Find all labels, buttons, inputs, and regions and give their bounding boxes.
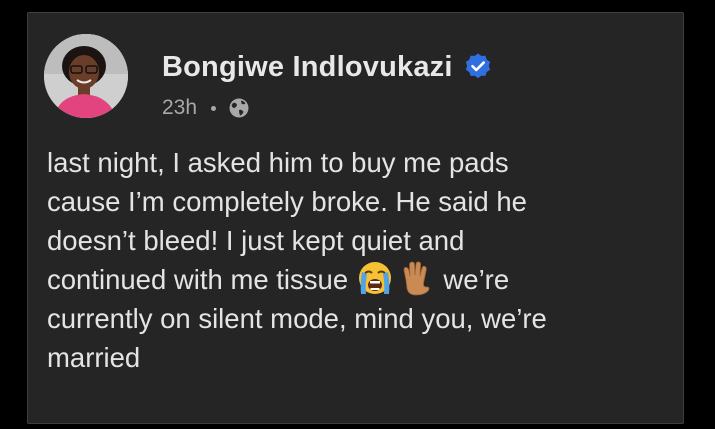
author-name[interactable]: Bongiwe Indlovukazi	[162, 51, 453, 84]
post-timestamp[interactable]: 23h	[162, 96, 197, 120]
post-card: Bongiwe Indlovukazi 23h last night, I as…	[27, 12, 684, 424]
loudly-crying-face-emoji	[356, 260, 396, 296]
separator-dot	[211, 105, 217, 111]
post-meta: 23h	[162, 93, 250, 123]
globe-icon[interactable]	[228, 97, 250, 119]
post-body: last night, I asked him to buy me pads c…	[47, 144, 677, 378]
avatar-image	[44, 34, 128, 118]
verified-badge-icon	[463, 52, 493, 82]
avatar[interactable]	[44, 34, 128, 118]
raised-hand-emoji	[396, 260, 436, 296]
author-row: Bongiwe Indlovukazi	[162, 47, 493, 87]
